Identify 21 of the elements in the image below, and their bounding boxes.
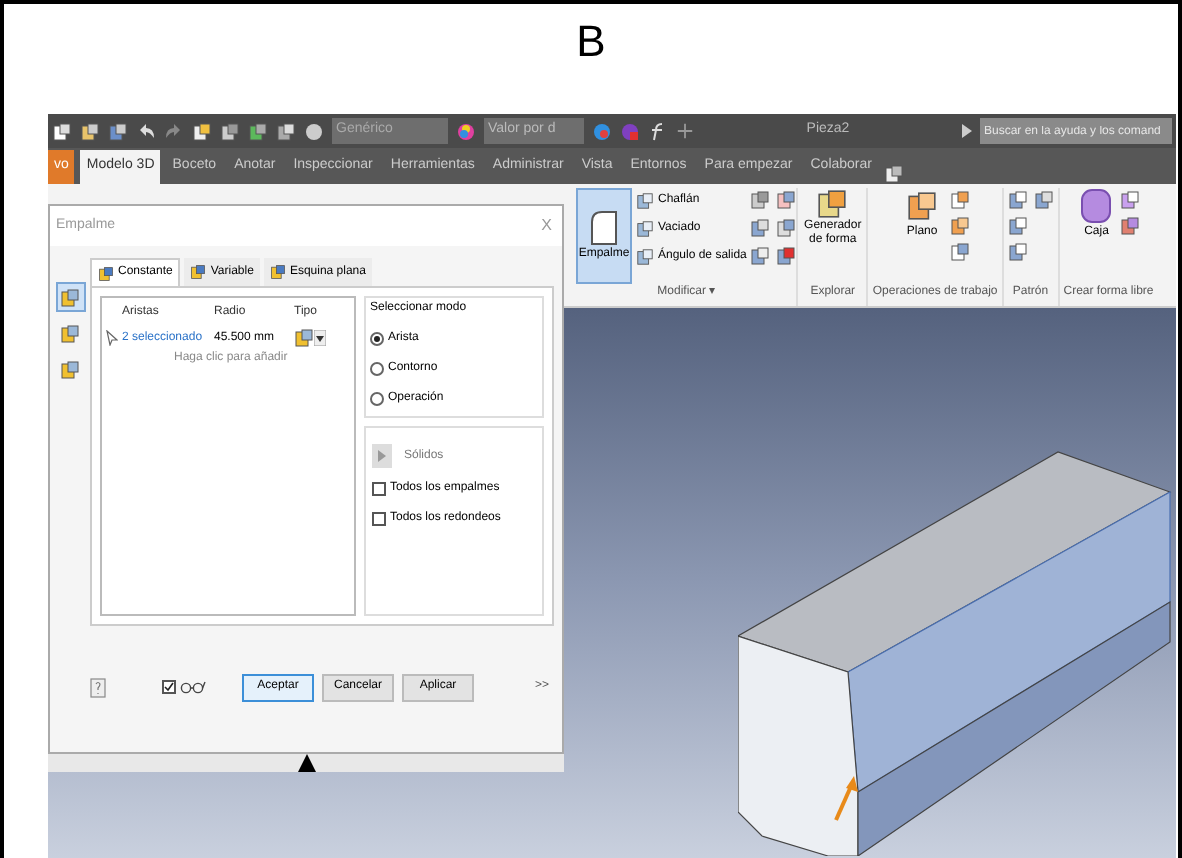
caret-icon[interactable]: [962, 124, 972, 138]
figure-label: B: [576, 16, 606, 68]
undo-icon[interactable]: [136, 121, 156, 141]
preview-checkbox[interactable]: [162, 680, 206, 694]
color-wheel-icon[interactable]: [592, 121, 612, 141]
direction-arrow-icon: [832, 774, 860, 822]
function-icon[interactable]: [648, 121, 668, 141]
glasses-icon: [180, 680, 206, 694]
color-wheel-icon[interactable]: [456, 121, 476, 141]
redo-icon[interactable]: [164, 121, 184, 141]
pointer-triangle-icon: [297, 754, 315, 772]
mode-button[interactable]: [55, 282, 85, 312]
box-shape-icon: [1080, 188, 1113, 224]
fillet-icon: [588, 209, 620, 245]
pointer-icon: [106, 330, 118, 346]
sphere-icon[interactable]: [304, 121, 324, 141]
caret-icon: [314, 330, 326, 346]
help-icon[interactable]: [90, 677, 106, 697]
plus-icon[interactable]: [676, 122, 694, 140]
arrow-icon: [372, 444, 392, 468]
type-dropdown[interactable]: [294, 328, 326, 348]
